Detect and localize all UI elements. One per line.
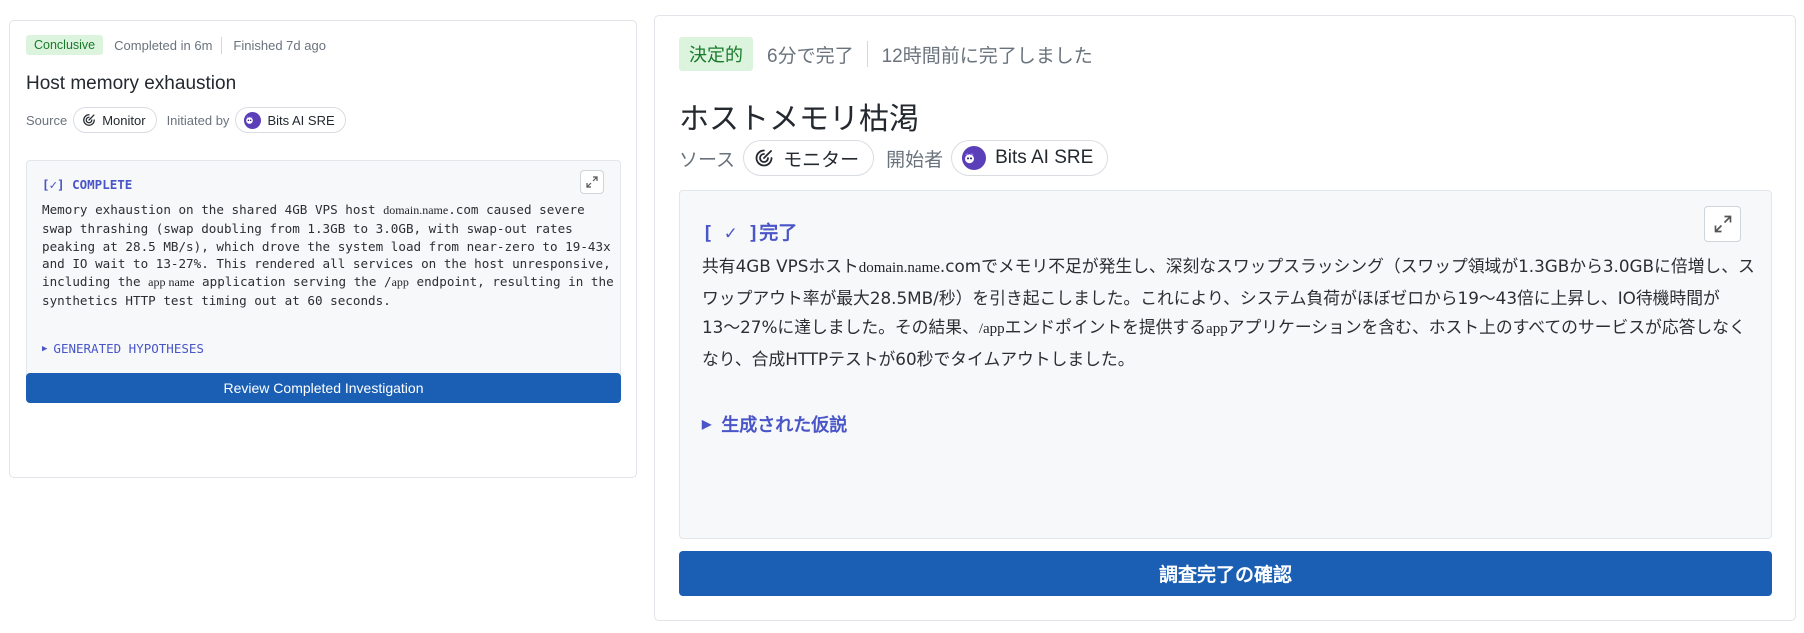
review-investigation-button[interactable]: 調査完了の確認 xyxy=(679,551,1772,596)
monitor-icon xyxy=(755,149,773,167)
redacted-domain: domain.name xyxy=(858,260,940,276)
redacted-app-name: app name xyxy=(148,275,195,290)
completed-duration: 6分で完了 xyxy=(767,45,854,67)
monitor-icon xyxy=(83,114,96,126)
summary-part-3: application serving the / xyxy=(194,274,392,290)
source-pill[interactable]: モニター xyxy=(743,140,875,176)
initiator-pill[interactable]: Bits AI SRE xyxy=(951,140,1109,176)
initiator-name: Bits AI SRE xyxy=(995,147,1094,168)
investigation-title: Host memory exhaustion xyxy=(26,73,237,94)
triangle-right-icon: ▶ xyxy=(702,417,712,431)
generated-hypotheses-toggle[interactable]: ▶ 生成された仮説 xyxy=(702,411,847,437)
status-complete: [✓] COMPLETE xyxy=(42,177,133,192)
summary-part-3: エンドポイントを提供する xyxy=(1004,317,1207,337)
source-value: モニター xyxy=(783,149,860,171)
result-panel: [ ✓ ]完了 共有4GB VPSホストdomain.name.comでメモリ不… xyxy=(679,190,1772,539)
expand-button[interactable] xyxy=(1704,206,1741,242)
triangle-right-icon: ▶ xyxy=(42,343,48,354)
meta-divider xyxy=(221,36,223,54)
redacted-app-path: /app xyxy=(978,321,1005,337)
summary-part-1: Memory exhaustion on the shared 4GB VPS … xyxy=(42,202,384,217)
redacted-app: app xyxy=(1206,321,1228,337)
expand-icon xyxy=(586,176,598,188)
conclusive-badge: Conclusive xyxy=(26,35,104,55)
generated-hypotheses-label: GENERATED HYPOTHESES xyxy=(53,341,204,356)
investigation-card-english: Conclusive Completed in 6m Finished 7d a… xyxy=(9,20,637,478)
initiator-pill[interactable]: Bits AI SRE xyxy=(235,107,346,133)
status-complete: [ ✓ ]完了 xyxy=(702,222,798,244)
completed-duration: Completed in 6m xyxy=(114,37,213,53)
initiated-label: Initiated by xyxy=(166,112,230,128)
expand-button[interactable] xyxy=(580,170,604,194)
redacted-domain: domain.name xyxy=(383,203,449,217)
initiator-name: Bits AI SRE xyxy=(267,112,335,128)
summary-part-1: 共有4GB VPSホスト xyxy=(702,256,859,276)
bits-ai-avatar xyxy=(962,146,987,170)
source-label: Source xyxy=(26,112,68,128)
investigation-meta: 決定的 6分で完了 12時間前に完了しました xyxy=(679,37,1093,71)
source-pill[interactable]: Monitor xyxy=(73,107,157,133)
review-investigation-button[interactable]: Review Completed Investigation xyxy=(26,373,621,403)
expand-icon xyxy=(1714,215,1731,233)
source-label: ソース xyxy=(679,149,736,171)
investigation-card-japanese: 決定的 6分で完了 12時間前に完了しました ホストメモリ枯渇 ソース モニター… xyxy=(654,15,1796,621)
finished-time: Finished 7d ago xyxy=(233,37,326,53)
source-value: Monitor xyxy=(102,112,146,128)
bits-ai-avatar xyxy=(244,111,262,129)
summary-text: Memory exhaustion on the shared 4GB VPS … xyxy=(42,201,617,310)
meta-divider xyxy=(866,41,868,67)
redacted-app: app xyxy=(391,275,409,290)
investigation-title: ホストメモリ枯渇 xyxy=(679,103,919,136)
conclusive-badge: 決定的 xyxy=(679,37,753,71)
summary-text: 共有4GB VPSホストdomain.name.comでメモリ不足が発生し、深刻… xyxy=(702,252,1757,374)
generated-hypotheses-toggle[interactable]: ▶ GENERATED HYPOTHESES xyxy=(42,341,204,356)
result-panel: [✓] COMPLETE Memory exhaustion on the sh… xyxy=(26,160,621,378)
generated-hypotheses-label: 生成された仮説 xyxy=(721,415,848,435)
source-row: ソース モニター 開始者 Bits AI SRE xyxy=(679,140,1109,176)
source-row: Source Monitor Initiated by Bits AI SRE xyxy=(26,107,346,133)
investigation-meta: Conclusive Completed in 6m Finished 7d a… xyxy=(26,35,326,55)
finished-time: 12時間前に完了しました xyxy=(881,45,1093,67)
initiated-label: 開始者 xyxy=(886,149,944,171)
